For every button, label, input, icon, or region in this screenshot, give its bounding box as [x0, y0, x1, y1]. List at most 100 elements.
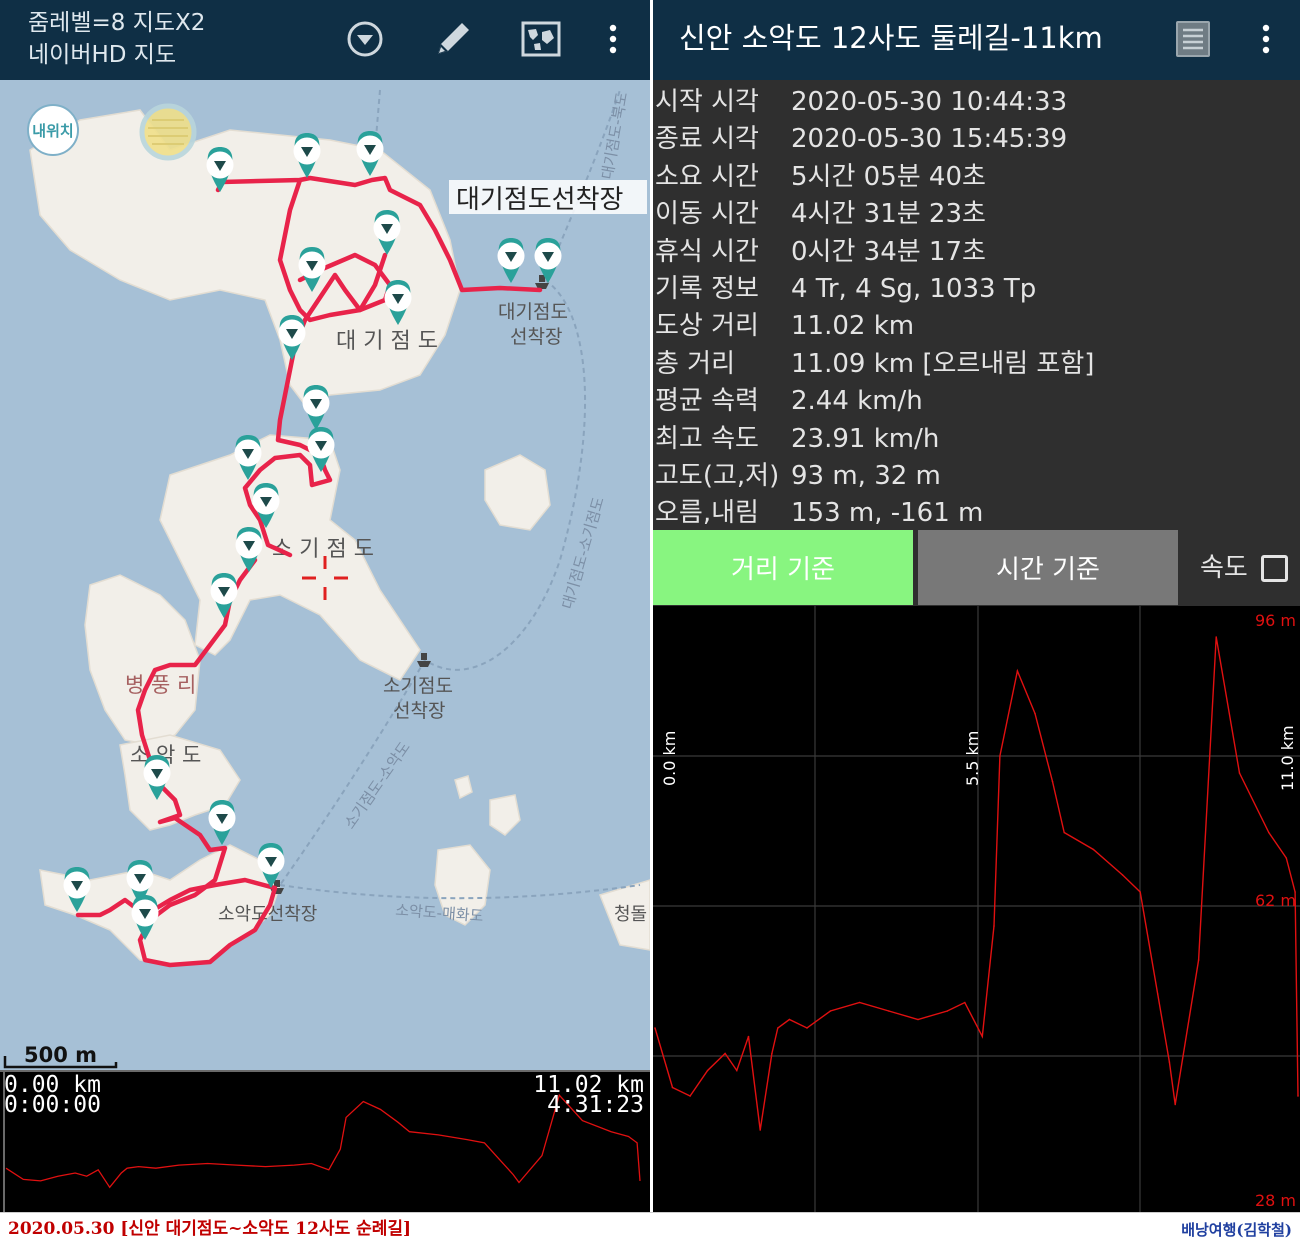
elevation-point	[1092, 848, 1095, 851]
elevation-point	[1294, 891, 1296, 893]
stat-value: 23.91 km/h	[791, 423, 940, 454]
elevation-point	[1051, 780, 1054, 783]
x-tick-labels: 0.0 km 5.5 km 11.0 km	[660, 725, 1297, 791]
stat-row: 시작 시각 2020-05-30 10:44:33	[653, 84, 1300, 121]
stat-row: 소요 시간 5시간 05분 40초	[653, 159, 1300, 196]
x-tick-label: 5.5 km	[963, 731, 982, 786]
callout-label: 대기점도선착장	[456, 185, 623, 215]
sun-icon	[139, 103, 197, 161]
stat-row: 기록 정보 4 Tr, 4 Sg, 1033 Tp	[653, 271, 1300, 308]
zoom-level-text: 줌레벨=8 지도X2	[28, 10, 206, 36]
track-title: 신안 소악도 12사도 둘레길-11km	[679, 21, 1103, 55]
stat-value: 4 Tr, 4 Sg, 1033 Tp	[791, 273, 1037, 304]
elevation-point	[747, 1035, 750, 1038]
elevation-point	[964, 1001, 966, 1004]
stat-row: 이동 시간 4시간 31분 23초	[653, 196, 1300, 233]
stat-label: 기록 정보	[655, 273, 759, 304]
mini-start-time: 0:00:00	[4, 1092, 101, 1118]
label-daegijeomdo: 대 기 점 도	[336, 329, 438, 354]
caption-bar: 2020.05.30 [신안 대기점도~소악도 12사도 순례길] 배낭여행(김…	[0, 1212, 1300, 1245]
elevation-point	[981, 1035, 984, 1038]
elevation-point	[724, 1052, 726, 1055]
my-location-button[interactable]: 내위치	[27, 104, 79, 156]
stat-row: 종료 시각 2020-05-30 15:45:39	[653, 121, 1300, 158]
elevation-point	[671, 1086, 674, 1089]
label-daegijeomdo-port-2: 선착장	[510, 326, 562, 348]
label-sogijeomdo-port-2: 선착장	[393, 700, 445, 722]
elevation-point	[1297, 1095, 1299, 1097]
stat-label: 휴식 시간	[655, 236, 759, 267]
my-location-label: 내위치	[32, 122, 73, 140]
y-tick-labels: 96 m 62 m 28 m	[1255, 611, 1296, 1210]
elevation-point	[1215, 636, 1217, 638]
stat-label: 평균 속력	[655, 386, 759, 417]
mini-elevation-chart[interactable]: 0.00 km 0:00:00 11.02 km 4:31:23	[0, 1070, 650, 1212]
caption-author: 배낭여행(김학철)	[1181, 1221, 1292, 1239]
stat-label: 이동 시간	[655, 199, 759, 230]
elevation-point	[1121, 874, 1124, 876]
stat-value: 93 m, 32 m	[791, 460, 941, 491]
map-view[interactable]: 대기점도-소기점도 소기점도-소악도 소악도-매화도 대기점도-북도 대 기 점…	[0, 80, 650, 1070]
elevation-point	[689, 1095, 691, 1097]
elevation-point	[829, 1010, 832, 1012]
stat-value: 153 m, -161 m	[791, 498, 984, 529]
elevation-point	[1016, 670, 1019, 672]
elevation-point	[1268, 831, 1270, 834]
elevation-point	[946, 1010, 949, 1012]
stat-value: 4시간 31분 23초	[791, 199, 986, 230]
dropdown-circle-icon[interactable]	[340, 14, 390, 64]
stat-row: 휴식 시간 0시간 34분 17초	[653, 234, 1300, 271]
stat-row: 평균 속력 2.44 km/h	[653, 383, 1300, 420]
elevation-point	[1197, 959, 1200, 961]
stat-value: 5시간 05분 40초	[791, 161, 986, 192]
time-basis-button[interactable]: 시간 기준	[918, 530, 1178, 605]
label-sogijeomdo-port-1: 소기점도	[383, 675, 453, 697]
pencil-icon[interactable]	[428, 14, 478, 64]
elevation-point	[1139, 891, 1141, 893]
stat-label: 종료 시각	[655, 124, 759, 155]
label-cheongdol: 청돌	[614, 904, 647, 925]
elevation-point	[858, 1001, 861, 1004]
elevation-point	[736, 1069, 738, 1072]
stat-value: 2020-05-30 15:45:39	[791, 124, 1068, 155]
more-vert-icon[interactable]	[590, 14, 636, 64]
elevation-point	[759, 1129, 761, 1131]
stat-label: 총 거리	[655, 348, 736, 379]
map-layers-icon[interactable]	[516, 14, 566, 64]
map-pane: 줌레벨=8 지도X2 네이버HD 지도 대기점도-소기점도 소기점도-소악도 소…	[0, 0, 650, 1212]
track-detail-pane: 신안 소악도 12사도 둘레길-11km 시작 시각 2020-05-30 10:…	[650, 0, 1300, 1212]
elevation-point	[706, 1069, 709, 1072]
stat-row: 총 거리 11.09 km [오르내림 포함]	[653, 346, 1300, 383]
elevation-point	[1168, 1061, 1171, 1063]
stat-row: 도상 거리 11.02 km	[653, 308, 1300, 345]
elevation-point	[654, 1027, 656, 1029]
elevation-point	[1174, 1103, 1176, 1106]
mini-elevation-line	[5, 1093, 641, 1189]
distance-basis-button[interactable]: 거리 기준	[653, 530, 913, 605]
list-icon[interactable]	[1168, 14, 1218, 64]
elevation-chart[interactable]: 0.0 km 5.5 km 11.0 km 96 m 62 m 28 m	[653, 606, 1300, 1212]
elevation-point	[917, 1018, 919, 1021]
elevation-point	[1156, 993, 1159, 995]
stat-row: 최고 속도 23.91 km/h	[653, 421, 1300, 458]
elevation-point	[993, 925, 995, 927]
label-sogijeomdo: 소 기 점 도	[272, 537, 374, 562]
more-vert-icon[interactable]	[1243, 14, 1289, 64]
speed-checkbox[interactable]	[1261, 555, 1288, 582]
elevation-point	[806, 1027, 808, 1029]
elevation-point	[788, 1018, 791, 1021]
label-byeongpungri: 병 풍 리	[125, 673, 196, 697]
stat-value: 2.44 km/h	[791, 386, 923, 417]
stat-label: 최고 속도	[655, 423, 759, 454]
map-source-text: 네이버HD 지도	[28, 42, 177, 68]
elevation-point	[999, 755, 1001, 757]
stat-label: 도상 거리	[655, 311, 759, 342]
stat-value: 11.09 km [오르내림 포함]	[791, 348, 1095, 379]
stat-label: 고도(고,저)	[655, 460, 780, 491]
track-detail-toolbar: 신안 소악도 12사도 둘레길-11km	[653, 0, 1300, 80]
x-tick-label: 11.0 km	[1278, 725, 1297, 791]
stat-label: 오름,내림	[655, 498, 759, 529]
stat-row: 고도(고,저) 93 m, 32 m	[653, 458, 1300, 495]
stat-label: 시작 시각	[655, 87, 759, 117]
y-tick-label: 62 m	[1255, 891, 1296, 910]
